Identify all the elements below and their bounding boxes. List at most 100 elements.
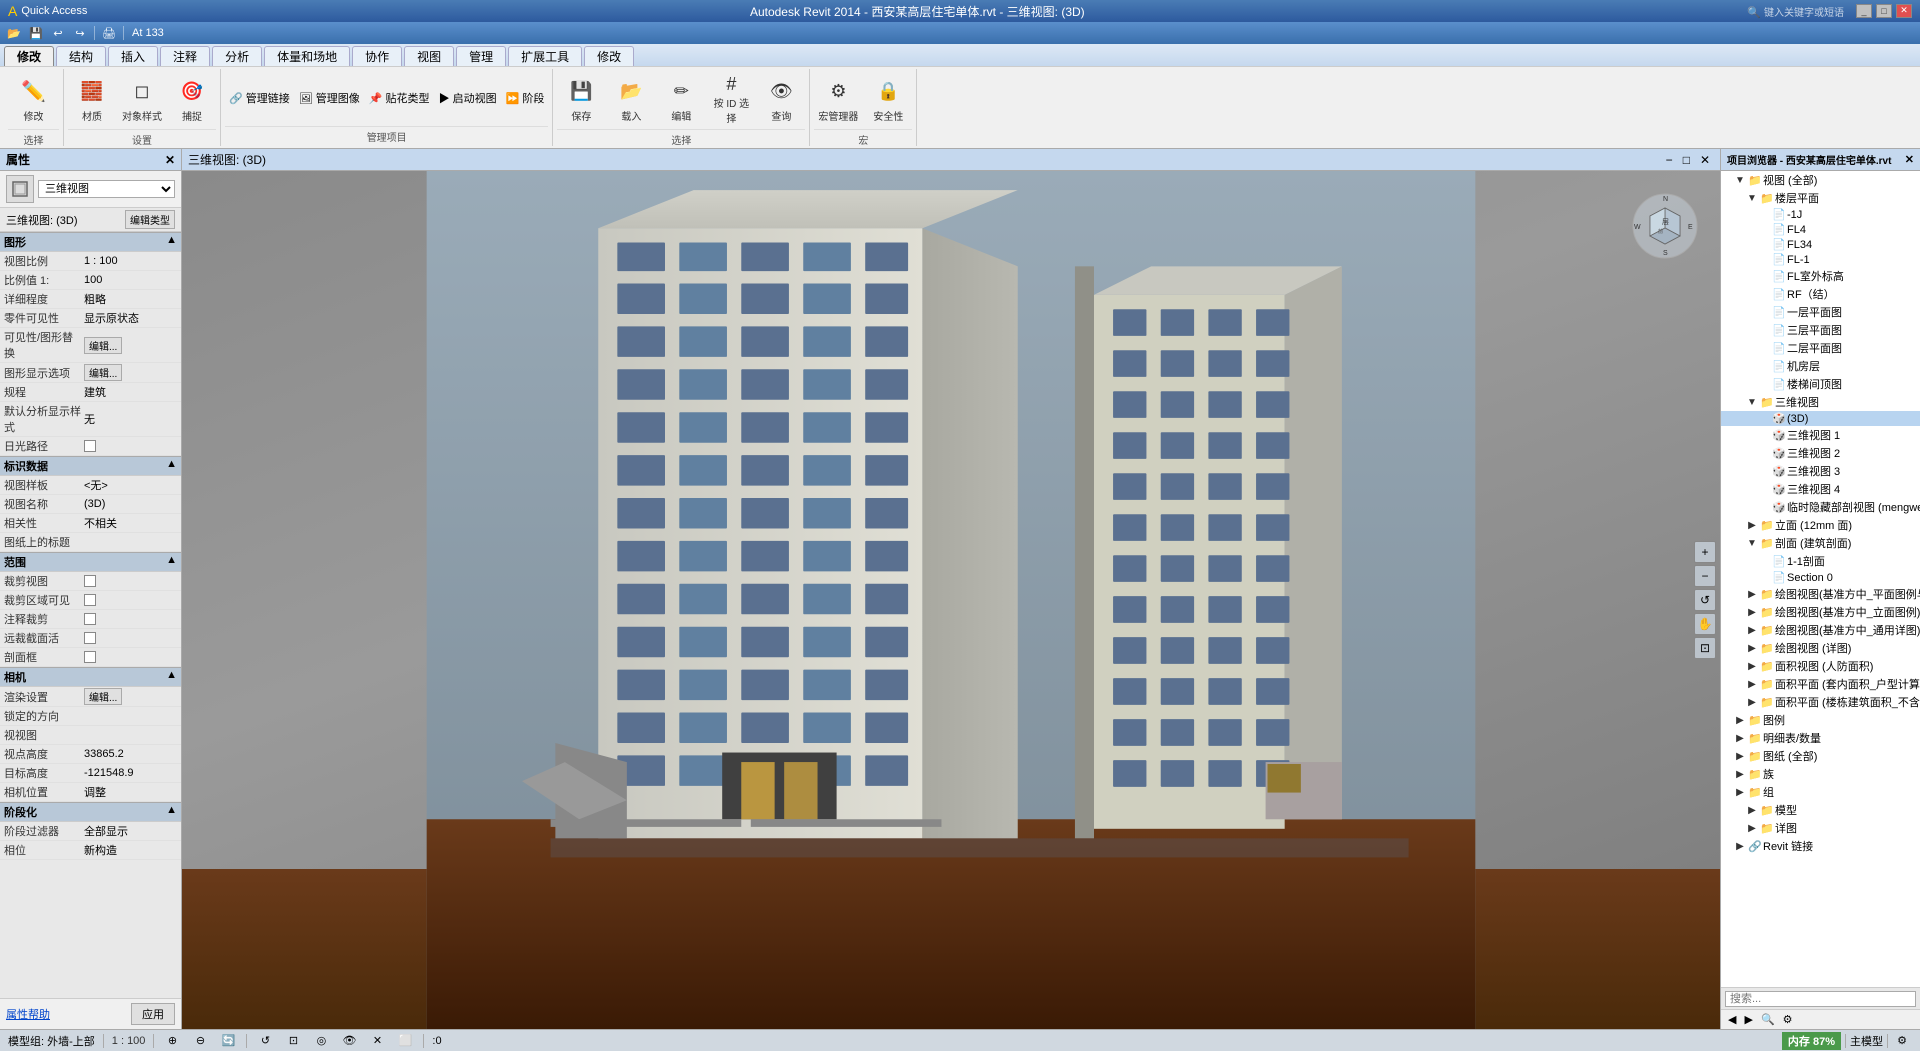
prop-crop-visible-check[interactable] — [84, 594, 96, 606]
tree-floor-floutdoor[interactable]: 📄 FL室外标高 — [1721, 267, 1920, 285]
tree-floor-mech[interactable]: 📄 机房层 — [1721, 357, 1920, 375]
section-phasing[interactable]: 阶段化 ▲ — [0, 802, 181, 822]
tree-toggle-dg[interactable]: ▶ — [1745, 823, 1759, 834]
tree-floor-fl34[interactable]: 📄 FL34 — [1721, 237, 1920, 252]
search-box[interactable]: 🔍 键入关键字或短语 — [1747, 4, 1844, 19]
tree-floor-3f[interactable]: 📄 三层平面图 — [1721, 321, 1920, 339]
tree-toggle-a3[interactable]: ▶ — [1745, 697, 1759, 708]
manage-images-btn[interactable]: 🖼 管理图像 — [295, 88, 364, 108]
nav-zoom-in-btn[interactable]: + — [1694, 541, 1716, 563]
phases-btn[interactable]: ⏩ 阶段 — [502, 88, 549, 108]
tab-analyze[interactable]: 分析 — [212, 46, 262, 66]
tree-toggle-rl[interactable]: ▶ — [1733, 841, 1747, 852]
qa-redo-btn[interactable]: ↪ — [70, 24, 90, 42]
window-controls[interactable]: 🔍 键入关键字或短语 _ □ ✕ — [1747, 4, 1912, 19]
tab-insert[interactable]: 插入 — [108, 46, 158, 66]
zoom-in-status-btn[interactable]: ⊕ — [162, 1032, 182, 1050]
tree-toggle-sect[interactable]: ▼ — [1745, 538, 1759, 549]
tree-floor-rf[interactable]: 📄 RF（结） — [1721, 285, 1920, 303]
hide-btn[interactable]: 👁 — [339, 1032, 359, 1050]
viewport-minimize-btn[interactable]: − — [1662, 153, 1677, 167]
tree-3d-1[interactable]: 🎲 三维视图 1 — [1721, 426, 1920, 444]
browser-filter-btn[interactable]: 🔍 — [1758, 1012, 1778, 1027]
3d-viewport[interactable]: 三维视图: (3D) − □ ✕ — [182, 149, 1720, 1029]
load-selection-btn[interactable]: 📂 载入 — [607, 71, 655, 127]
tree-toggle-d4[interactable]: ▶ — [1745, 643, 1759, 654]
manage-links-btn[interactable]: 🔗 管理链接 — [225, 88, 294, 108]
security-btn[interactable]: 🔒 安全性 — [864, 71, 912, 127]
maximize-button[interactable]: □ — [1876, 4, 1892, 18]
prop-vg-overrides-btn[interactable]: 编辑... — [84, 337, 122, 354]
tree-floor-2f[interactable]: 📄 二层平面图 — [1721, 339, 1920, 357]
browser-collapse-btn[interactable]: ◀ — [1725, 1012, 1739, 1027]
tree-3d-current[interactable]: 🎲 (3D) — [1721, 411, 1920, 426]
view-selection-btn[interactable]: 👁 查询 — [757, 71, 805, 127]
tree-elevation[interactable]: ▶ 📁 立面 (12mm 面) — [1721, 516, 1920, 534]
tree-toggle1[interactable]: ▼ — [1745, 193, 1759, 204]
tree-section-1-1[interactable]: 📄 1-1剖面 — [1721, 552, 1920, 570]
browser-expand-btn[interactable]: ▶ — [1741, 1012, 1755, 1027]
properties-apply-btn[interactable]: 应用 — [131, 1003, 175, 1025]
tree-section-0[interactable]: 📄 Section 0 — [1721, 570, 1920, 585]
browser-settings-btn[interactable]: ⚙ — [1780, 1012, 1796, 1027]
tab-manage[interactable]: 管理 — [456, 46, 506, 66]
tree-area-1[interactable]: ▶ 📁 面积视图 (人防面积) — [1721, 657, 1920, 675]
tree-toggle-fam[interactable]: ▶ — [1733, 769, 1747, 780]
tab-view[interactable]: 视图 — [404, 46, 454, 66]
close-hidden-btn[interactable]: ✕ — [367, 1032, 387, 1050]
tree-toggle-d1[interactable]: ▶ — [1745, 589, 1759, 600]
tree-toggle-sch[interactable]: ▶ — [1733, 733, 1747, 744]
close-button[interactable]: ✕ — [1896, 4, 1912, 18]
properties-help-link[interactable]: 属性帮助 — [6, 1006, 50, 1022]
browser-search-input[interactable] — [1725, 991, 1916, 1007]
tree-area-3[interactable]: ▶ 📁 面积平面 (楼栋建筑面积_不含阳台) — [1721, 693, 1920, 711]
tree-toggle-mg[interactable]: ▶ — [1745, 805, 1759, 816]
tree-toggle-a1[interactable]: ▶ — [1745, 661, 1759, 672]
decal-types-btn[interactable]: 📌 贴花类型 — [365, 88, 434, 108]
tree-drafting-1[interactable]: ▶ 📁 绘图视图(基准方中_平面图例与说明) — [1721, 585, 1920, 603]
tree-floor-1j[interactable]: 📄 -1J — [1721, 207, 1920, 222]
tab-extensions[interactable]: 扩展工具 — [508, 46, 582, 66]
rotate-btn[interactable]: ↺ — [255, 1032, 275, 1050]
tree-3d-temp[interactable]: 🎲 临时隐藏部剖视图 (mengwei) — [1721, 498, 1920, 516]
tab-massing[interactable]: 体量和场地 — [264, 46, 350, 66]
tree-3d-2[interactable]: 🎲 三维视图 2 — [1721, 444, 1920, 462]
section-identity[interactable]: 标识数据 ▲ — [0, 456, 181, 476]
workset-settings-btn[interactable]: ⚙ — [1892, 1032, 1912, 1050]
qa-open-btn[interactable]: 📂 — [4, 24, 24, 42]
prop-crop-view-check[interactable] — [84, 575, 96, 587]
qa-undo-btn[interactable]: ↩ — [48, 24, 68, 42]
tree-sheets[interactable]: ▶ 📁 图纸 (全部) — [1721, 747, 1920, 765]
macro-manager-btn[interactable]: ⚙ 宏管理器 — [814, 71, 862, 127]
building-view[interactable]: 层 前 N S W E + − ↺ ✋ ⊡ — [182, 171, 1720, 1029]
tree-drafting-4[interactable]: ▶ 📁 绘图视图 (详图) — [1721, 639, 1920, 657]
tree-legends[interactable]: ▶ 📁 图例 — [1721, 711, 1920, 729]
tree-floor-1f[interactable]: 📄 一层平面图 — [1721, 303, 1920, 321]
nav-zoom-out-btn[interactable]: − — [1694, 565, 1716, 587]
nav-zoom-fit-btn[interactable]: ⊡ — [1694, 637, 1716, 659]
tree-views-all[interactable]: ▼ 📁 视图 (全部) — [1721, 171, 1920, 189]
tree-toggle0[interactable]: ▼ — [1733, 175, 1747, 186]
tree-groups[interactable]: ▶ 📁 组 — [1721, 783, 1920, 801]
minimize-button[interactable]: _ — [1856, 4, 1872, 18]
modify-btn[interactable]: ✏️ 修改 — [10, 71, 58, 127]
tree-toggle-d2[interactable]: ▶ — [1745, 607, 1759, 618]
section-box-status-btn[interactable]: ⊡ — [283, 1032, 303, 1050]
object-style-btn[interactable]: ◻ 对象样式 — [118, 71, 166, 127]
snapping-btn[interactable]: 🎯 捕捉 — [168, 71, 216, 127]
select-by-id-btn[interactable]: # 按 ID 选择 — [707, 71, 755, 127]
show-hidden-btn[interactable]: ⬜ — [395, 1032, 415, 1050]
tree-3d-views[interactable]: ▼ 📁 三维视图 — [1721, 393, 1920, 411]
tree-detail-group[interactable]: ▶ 📁 详图 — [1721, 819, 1920, 837]
tree-toggle-grp[interactable]: ▶ — [1733, 787, 1747, 798]
prop-annotation-crop-check[interactable] — [84, 613, 96, 625]
prop-sun-path-check[interactable] — [84, 440, 96, 452]
section-camera[interactable]: 相机 ▲ — [0, 667, 181, 687]
tab-annotate[interactable]: 注释 — [160, 46, 210, 66]
starting-view-btn[interactable]: ▶ 启动视图 — [435, 88, 501, 108]
nav-pan-btn[interactable]: ✋ — [1694, 613, 1716, 635]
tree-drafting-2[interactable]: ▶ 📁 绘图视图(基准方中_立面图例) — [1721, 603, 1920, 621]
tree-toggle-elev[interactable]: ▶ — [1745, 520, 1759, 531]
view-type-select[interactable]: 三维视图 — [38, 180, 175, 198]
tree-toggle-3d[interactable]: ▼ — [1745, 397, 1759, 408]
